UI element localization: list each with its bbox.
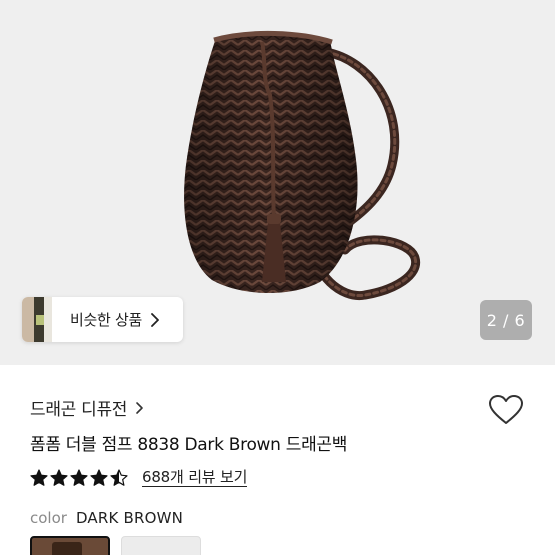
star-icon	[110, 468, 128, 486]
similar-products-button[interactable]: 비슷한 상품	[22, 297, 183, 342]
similar-products-label: 비슷한 상품	[70, 311, 142, 329]
chevron-right-icon	[135, 400, 145, 416]
chevron-right-icon	[150, 312, 162, 328]
color-option-row: color DARK BROWN	[30, 509, 183, 527]
selected-color-value: DARK BROWN	[75, 509, 184, 527]
product-title: 폼폼 더블 점프 8838 Dark Brown 드래곤백	[30, 435, 348, 455]
brand-link[interactable]: 드래곤 디퓨전	[30, 395, 145, 420]
star-rating	[30, 468, 130, 487]
brand-name: 드래곤 디퓨전	[30, 400, 128, 420]
star-icon	[70, 468, 88, 486]
star-icon	[30, 468, 48, 486]
color-label: color	[30, 509, 67, 527]
reviews-link[interactable]: 688개 리뷰 보기	[142, 468, 247, 487]
rating-row: 688개 리뷰 보기	[30, 468, 247, 487]
color-swatch-light-grey[interactable]	[121, 536, 201, 555]
star-icon	[90, 468, 108, 486]
color-swatch-dark-brown[interactable]	[30, 536, 110, 555]
image-counter-badge: 2 / 6	[480, 300, 532, 340]
heart-outline-icon[interactable]	[488, 394, 524, 426]
product-image-gallery[interactable]: 비슷한 상품 2 / 6	[0, 0, 555, 365]
star-icon	[50, 468, 68, 486]
similar-product-thumbnail	[22, 297, 52, 342]
